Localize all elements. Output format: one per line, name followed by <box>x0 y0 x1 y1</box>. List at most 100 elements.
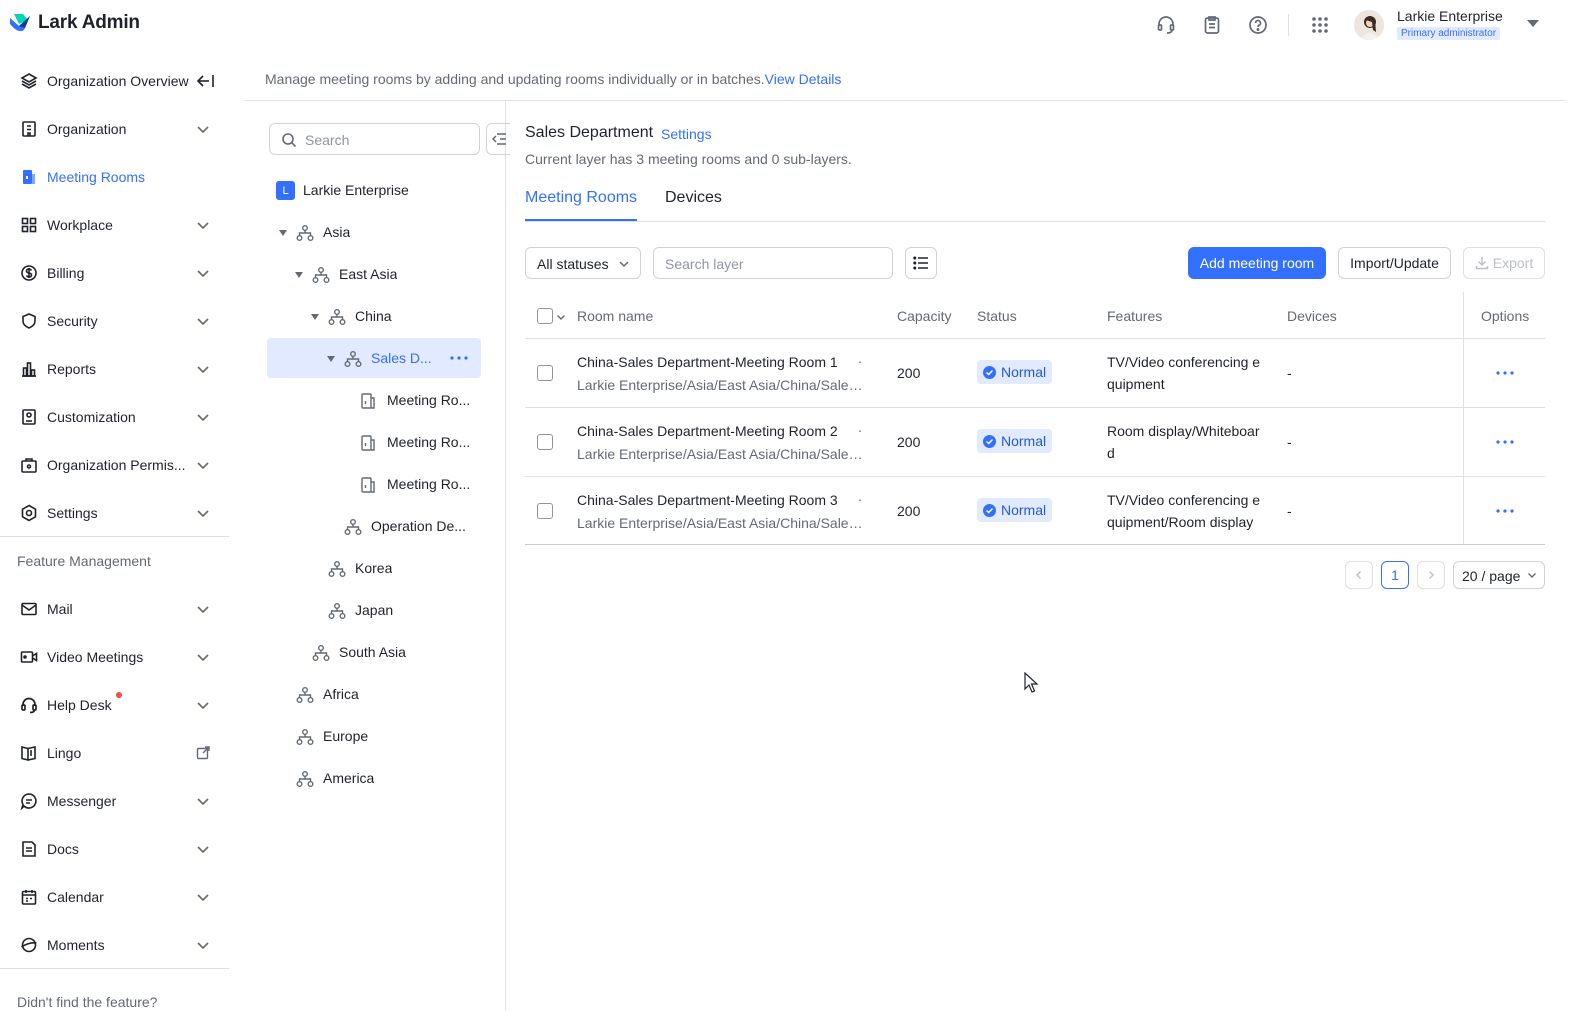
caret-down-icon[interactable] <box>327 356 335 362</box>
row-options-icon[interactable] <box>1495 506 1515 516</box>
import-update-button[interactable]: Import/Update <box>1338 247 1451 279</box>
tree-node-operation-department[interactable]: Operation De... <box>371 507 475 545</box>
tree-node-europe[interactable]: Europe <box>323 717 368 755</box>
tree-node-south-asia[interactable]: South Asia <box>339 633 406 671</box>
check-circle-icon <box>983 434 996 448</box>
tree-node-east-asia[interactable]: East Asia <box>339 255 397 293</box>
row-options-icon[interactable] <box>1495 437 1515 447</box>
tab-meeting-rooms[interactable]: Meeting Rooms <box>525 189 637 207</box>
tree-node-meeting-room-2[interactable]: Meeting Ro... <box>387 423 475 461</box>
add-meeting-room-button[interactable]: Add meeting room <box>1188 247 1326 279</box>
headset-icon[interactable] <box>1154 13 1178 37</box>
sidebar-item-meeting-rooms[interactable]: Meeting Rooms <box>0 157 229 197</box>
user-avatar[interactable] <box>1354 10 1384 40</box>
tree-node-china[interactable]: China <box>355 297 392 335</box>
sidebar-item-organization-permissions[interactable]: Organization Permis... <box>0 445 229 485</box>
chevron-down-icon[interactable] <box>556 312 566 322</box>
sidebar-item-video-meetings[interactable]: Video Meetings <box>0 637 229 677</box>
page-size-select[interactable]: 20 / page <box>1453 561 1545 589</box>
tab-devices[interactable]: Devices <box>665 189 722 207</box>
tree-node-korea[interactable]: Korea <box>355 549 392 587</box>
user-role-badge: Primary administrator <box>1397 27 1501 40</box>
collapse-sidebar-icon[interactable] <box>195 73 215 89</box>
sidebar-item-label: Docs <box>47 841 79 857</box>
sidebar-item-lingo[interactable]: Lingo <box>0 733 229 773</box>
room-name[interactable]: China-Sales Department-Meeting Room 2 <box>577 423 838 439</box>
chevron-down-icon <box>197 270 209 278</box>
sidebar-item-calendar[interactable]: Calendar <box>0 877 229 917</box>
headset-icon <box>20 696 38 714</box>
more-options-icon[interactable] <box>449 353 469 363</box>
sidebar-item-workplace[interactable]: Workplace <box>0 205 229 245</box>
user-name[interactable]: Larkie Enterprise <box>1397 8 1503 24</box>
column-header-features: Features <box>1107 308 1163 324</box>
room-capacity: 200 <box>897 434 921 450</box>
sidebar-item-label: Messenger <box>47 793 117 809</box>
org-layer-icon <box>328 309 346 325</box>
tree-node-root[interactable]: Larkie Enterprise <box>303 171 409 209</box>
sidebar-item-moments[interactable]: Moments <box>0 925 229 965</box>
caret-down-icon[interactable] <box>295 272 303 278</box>
chevron-down-icon <box>197 894 209 902</box>
tree-node-sales-department[interactable]: Sales D... <box>371 339 437 377</box>
sidebar-item-billing[interactable]: Billing <box>0 253 229 293</box>
search-layer-input[interactable]: Search layer <box>653 247 893 279</box>
sidebar-item-label: Workplace <box>47 217 113 233</box>
chevron-down-icon <box>197 846 209 854</box>
tree-node-meeting-room-3[interactable]: Meeting Ro... <box>387 465 475 503</box>
tree-node-label: Meeting Ro... <box>387 476 471 492</box>
prev-page-button[interactable] <box>1345 561 1373 589</box>
gear-icon <box>20 504 38 522</box>
sidebar-item-label: Organization Overview <box>47 73 189 89</box>
status-badge: Normal <box>977 498 1052 522</box>
clipboard-icon[interactable] <box>1200 13 1224 37</box>
grid-icon <box>20 216 38 234</box>
help-icon[interactable] <box>1246 13 1270 37</box>
sidebar-item-organization[interactable]: Organization <box>0 109 229 149</box>
status-filter-select[interactable]: All statuses <box>525 247 641 279</box>
row-options-icon[interactable] <box>1495 368 1515 378</box>
settings-link[interactable]: Settings <box>661 126 712 142</box>
feature-feedback-link[interactable]: Didn't find the feature? <box>17 994 157 1010</box>
caret-down-icon[interactable] <box>311 314 319 320</box>
list-view-button[interactable] <box>905 247 937 279</box>
collapse-tree-button[interactable] <box>486 123 510 155</box>
table-bottom-border <box>525 544 1545 545</box>
org-layer-icon <box>296 729 314 745</box>
sidebar-item-organization-overview[interactable]: Organization Overview <box>0 61 229 101</box>
tree-node-japan[interactable]: Japan <box>355 591 393 629</box>
row-checkbox[interactable] <box>537 434 553 450</box>
export-button[interactable]: Export <box>1463 247 1545 279</box>
tree-node-asia[interactable]: Asia <box>323 213 350 251</box>
tree-node-america[interactable]: America <box>323 759 374 797</box>
sidebar-item-settings[interactable]: Settings <box>0 493 229 533</box>
sidebar-item-help-desk[interactable]: Help Desk <box>0 685 229 725</box>
select-all-checkbox[interactable] <box>537 308 553 324</box>
sidebar-item-reports[interactable]: Reports <box>0 349 229 389</box>
next-page-button[interactable] <box>1417 561 1445 589</box>
tree-node-africa[interactable]: Africa <box>323 675 359 713</box>
view-details-link[interactable]: View Details <box>765 71 842 87</box>
apps-grid-icon[interactable] <box>1308 13 1332 37</box>
tree-node-label: Korea <box>355 560 393 576</box>
row-checkbox[interactable] <box>537 365 553 381</box>
row-checkbox[interactable] <box>537 503 553 519</box>
caret-down-icon[interactable] <box>1527 20 1539 27</box>
app-logo[interactable]: Lark Admin <box>8 12 140 34</box>
room-name[interactable]: China-Sales Department-Meeting Room 1 <box>577 354 838 370</box>
room-name[interactable]: China-Sales Department-Meeting Room 3 <box>577 492 838 508</box>
tree-node-label: China <box>355 308 392 324</box>
page-number-current[interactable]: 1 <box>1381 561 1409 589</box>
enterprise-badge: L <box>276 181 295 200</box>
tree-node-meeting-room-1[interactable]: Meeting Ro... <box>387 381 475 419</box>
tree-node-label: Meeting Ro... <box>387 434 471 450</box>
tree-search-input[interactable]: Search <box>269 123 480 155</box>
sidebar-item-customization[interactable]: Customization <box>0 397 229 437</box>
sidebar-item-mail[interactable]: Mail <box>0 589 229 629</box>
sidebar-item-security[interactable]: Security <box>0 301 229 341</box>
caret-down-icon[interactable] <box>279 230 287 236</box>
sidebar-item-messenger[interactable]: Messenger <box>0 781 229 821</box>
sidebar-item-docs[interactable]: Docs <box>0 829 229 869</box>
mail-icon <box>20 600 38 618</box>
external-link-icon <box>196 746 210 760</box>
